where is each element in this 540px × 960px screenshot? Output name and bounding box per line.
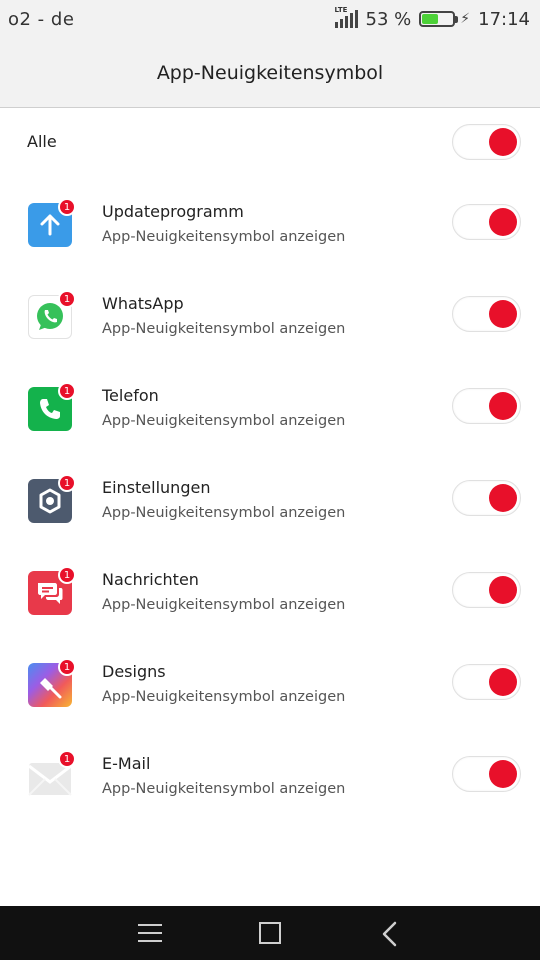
carrier-name: o2 - de	[8, 8, 75, 30]
app-name: Nachrichten	[102, 570, 199, 589]
app-name: E-Mail	[102, 754, 151, 773]
app-subtitle: App-Neuigkeitensymbol anzeigen	[102, 505, 346, 521]
notification-badge: 1	[58, 566, 76, 584]
notification-badge: 1	[58, 382, 76, 400]
toggle-knob	[489, 760, 517, 788]
app-name: Designs	[102, 662, 166, 681]
notification-badge: 1	[58, 658, 76, 676]
toggle-knob	[489, 128, 517, 156]
toggle-knob	[489, 208, 517, 236]
email-toggle[interactable]	[452, 756, 521, 792]
charging-icon: ⚡	[460, 11, 471, 27]
menu-icon[interactable]	[138, 924, 162, 942]
app-subtitle: App-Neuigkeitensymbol anzeigen	[102, 229, 346, 245]
back-icon[interactable]	[380, 921, 400, 947]
app-name: Updateprogramm	[102, 202, 244, 221]
app-row-whatsapp[interactable]: 1 WhatsApp App-Neuigkeitensymbol anzeige…	[0, 270, 540, 362]
updateprogramm-toggle[interactable]	[452, 204, 521, 240]
app-row-nachrichten[interactable]: 1 Nachrichten App-Neuigkeitensymbol anze…	[0, 546, 540, 638]
clock: 17:14	[478, 8, 530, 30]
page-title: App-Neuigkeitensymbol	[156, 61, 384, 84]
app-subtitle: App-Neuigkeitensymbol anzeigen	[102, 781, 346, 797]
home-icon[interactable]	[259, 922, 281, 944]
toggle-knob	[489, 576, 517, 604]
battery-icon: ⚡	[419, 11, 470, 27]
toggle-knob	[489, 668, 517, 696]
app-name: Einstellungen	[102, 478, 211, 497]
notification-badge: 1	[58, 290, 76, 308]
app-subtitle: App-Neuigkeitensymbol anzeigen	[102, 597, 346, 613]
app-bar: App-Neuigkeitensymbol	[0, 38, 540, 108]
status-icons: LTE 53 % ⚡ 17:14	[334, 6, 530, 30]
app-name: Telefon	[102, 386, 159, 405]
app-row-updateprogramm[interactable]: 1 Updateprogramm App-Neuigkeitensymbol a…	[0, 178, 540, 270]
navigation-bar	[0, 906, 540, 960]
toggle-knob	[489, 392, 517, 420]
app-subtitle: App-Neuigkeitensymbol anzeigen	[102, 321, 346, 337]
all-apps-toggle[interactable]	[452, 124, 521, 160]
app-name: WhatsApp	[102, 294, 184, 313]
app-row-email[interactable]: 1 E-Mail App-Neuigkeitensymbol anzeigen	[0, 730, 540, 822]
nachrichten-toggle[interactable]	[452, 572, 521, 608]
app-row-designs[interactable]: 1 Designs App-Neuigkeitensymbol anzeigen	[0, 638, 540, 730]
app-subtitle: App-Neuigkeitensymbol anzeigen	[102, 413, 346, 429]
app-row-einstellungen[interactable]: 1 Einstellungen App-Neuigkeitensymbol an…	[0, 454, 540, 546]
all-apps-label: Alle	[27, 132, 57, 151]
telefon-toggle[interactable]	[452, 388, 521, 424]
status-bar: o2 - de LTE 53 % ⚡ 17:14	[0, 0, 540, 38]
all-apps-row[interactable]: Alle	[0, 108, 540, 178]
einstellungen-toggle[interactable]	[452, 480, 521, 516]
toggle-knob	[489, 484, 517, 512]
notification-badge: 1	[58, 750, 76, 768]
signal-icon: LTE	[334, 6, 358, 28]
designs-toggle[interactable]	[452, 664, 521, 700]
battery-percent: 53 %	[365, 8, 412, 30]
notification-badge: 1	[58, 474, 76, 492]
notification-badge: 1	[58, 198, 76, 216]
app-subtitle: App-Neuigkeitensymbol anzeigen	[102, 689, 346, 705]
app-row-telefon[interactable]: 1 Telefon App-Neuigkeitensymbol anzeigen	[0, 362, 540, 454]
whatsapp-toggle[interactable]	[452, 296, 521, 332]
toggle-knob	[489, 300, 517, 328]
